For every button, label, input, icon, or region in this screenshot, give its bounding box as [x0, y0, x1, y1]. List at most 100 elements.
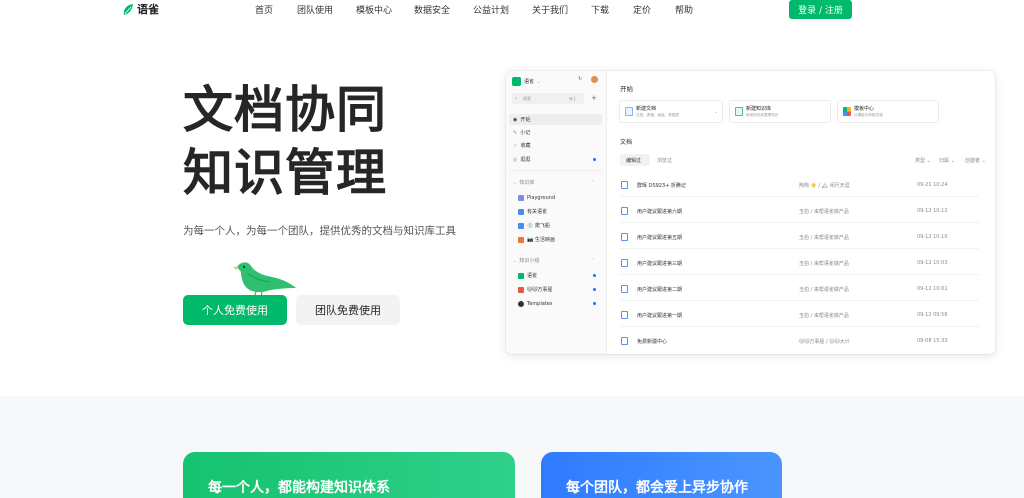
search-icon: ⌕	[515, 95, 518, 100]
kb-item-label: 📷 生活映画	[527, 237, 555, 243]
sidebar-item-favorites[interactable]: ☆ 收藏	[513, 141, 531, 150]
doc-row[interactable]: 群晖 DS923+ 折腾记 陶陶 ☀️ / 🏔 闲尺天涯 09-21 10:24	[619, 175, 979, 197]
feature-card-team[interactable]: 每个团队，都会爱上异步协作	[541, 452, 782, 498]
unread-dot	[593, 274, 596, 277]
card-subtitle: 使用知识库整理知识	[746, 113, 779, 117]
logo-text: 语雀	[137, 3, 159, 16]
preview-workspace[interactable]: 语雀 ⌄	[512, 77, 540, 86]
kb-section-header[interactable]: ⌄ 知识库	[513, 178, 534, 187]
sidebar-item-start[interactable]: ◉ 开始	[513, 115, 530, 124]
feature-card-personal[interactable]: 每一个人，都能构建知识体系	[183, 452, 515, 498]
nav-pricing[interactable]: 定价	[633, 3, 651, 16]
sidebar-item-notes[interactable]: ✎ 小记	[513, 128, 530, 137]
doc-icon	[621, 259, 628, 267]
search-placeholder: 搜索	[523, 96, 531, 101]
doc-row[interactable]: 用户建议跟进第五期 玉伯 / 来帮语雀做产品 09-12 10:10	[619, 227, 979, 249]
yuque-logo-icon	[123, 3, 133, 15]
doc-icon	[621, 181, 628, 189]
sidebar-item-label: 小记	[520, 130, 531, 136]
team-free-button[interactable]: 团队免费使用	[296, 295, 400, 325]
nav-home[interactable]: 首页	[255, 3, 273, 16]
tab-edited[interactable]: 编辑过	[620, 154, 650, 166]
nav-templates[interactable]: 模板中心	[356, 3, 392, 16]
group-item-yuque[interactable]: 语雀	[518, 271, 537, 280]
doc-author: 玉伯 / 来帮语雀做产品	[799, 313, 849, 319]
book-icon	[518, 194, 524, 201]
nav-download[interactable]: 下载	[591, 3, 609, 16]
avatar[interactable]	[591, 76, 598, 83]
kb-item-label: 有关语雀	[527, 209, 548, 215]
filter-owner[interactable]: 归属 ⌄	[939, 157, 955, 164]
chevron-right-icon[interactable]: ›	[592, 256, 594, 261]
filter-creator[interactable]: 创建者 ⌄	[965, 157, 986, 164]
book-icon	[518, 208, 524, 215]
doc-row[interactable]: 用户建议跟进第一期 玉伯 / 来帮语雀做产品 09-12 09:56	[619, 305, 979, 327]
doc-time: 09-12 09:56	[917, 312, 948, 318]
doc-time: 09-08 15:33	[917, 338, 948, 344]
knowledge-base-icon	[735, 107, 743, 116]
doc-row[interactable]: 用户建议跟进第六期 玉伯 / 来帮语雀做产品 09-12 10:12	[619, 201, 979, 223]
filter-label: 创建者	[965, 158, 981, 164]
new-doc-card[interactable]: 新建文档 文档、表格、画板、数据表 ⌄	[619, 100, 723, 123]
section-label: 知识小组	[519, 258, 540, 264]
filter-type[interactable]: 类型 ⌄	[915, 157, 931, 164]
nav-security[interactable]: 数据安全	[414, 3, 450, 16]
doc-icon	[621, 285, 628, 293]
doc-time: 09-12 10:01	[917, 286, 948, 292]
kb-item-spaceship[interactable]: 💿 爬飞船	[518, 221, 550, 230]
add-icon[interactable]: +	[591, 94, 597, 102]
bird-mascot-icon	[233, 262, 296, 298]
doc-row[interactable]: 用户建议跟进第二期 玉伯 / 来帮语雀做产品 09-12 10:01	[619, 279, 979, 301]
book-icon	[518, 222, 524, 229]
unread-dot	[593, 288, 596, 291]
group-item-templates[interactable]: Templates	[518, 299, 552, 308]
kb-item-life[interactable]: 📷 生活映画	[518, 235, 555, 244]
kb-item-label: Playground	[527, 194, 556, 201]
doc-time: 09-12 10:03	[917, 260, 948, 266]
unread-dot	[593, 302, 596, 305]
nav-team-use[interactable]: 团队使用	[297, 3, 333, 16]
group-logo-icon	[518, 286, 524, 293]
doc-time: 09-12 10:12	[917, 208, 948, 214]
doc-row[interactable]: 用户建议跟进第三期 玉伯 / 来帮语雀做产品 09-12 10:03	[619, 253, 979, 275]
logo[interactable]: 语雀	[122, 1, 159, 17]
doc-time: 09-12 10:10	[917, 234, 948, 240]
workspace-logo-icon	[512, 77, 521, 86]
kb-item-playground[interactable]: Playground	[518, 193, 555, 202]
refresh-icon[interactable]: ↻	[578, 76, 582, 82]
group-item-wanshiwu[interactable]: 🐱🐱万事屋	[518, 285, 552, 294]
doc-icon	[621, 233, 628, 241]
card-subtitle: 文档、表格、画板、数据表	[636, 113, 680, 117]
doc-icon	[621, 207, 628, 215]
nav-about[interactable]: 关于我们	[532, 3, 568, 16]
group-section-header[interactable]: ⌄ 知识小组	[513, 256, 539, 265]
login-register-button[interactable]: 登录 / 注册	[789, 0, 852, 19]
card-title: 模板中心	[854, 106, 875, 112]
divider	[510, 170, 602, 171]
unread-dot	[593, 158, 596, 161]
template-center-card[interactable]: 模板中心 从模板中获取灵感	[837, 100, 939, 123]
chevron-right-icon[interactable]: ›	[592, 178, 594, 183]
nav-help[interactable]: 帮助	[675, 3, 693, 16]
preview-search-input[interactable]: ⌕ 搜索 ⌘ J	[512, 93, 584, 104]
group-item-label: Templates	[527, 300, 553, 307]
tab-label: 浏览过	[657, 158, 673, 164]
nav-charity[interactable]: 公益计划	[473, 3, 509, 16]
sidebar-item-explore[interactable]: ◎ 逛逛	[513, 155, 530, 164]
top-navigation: 语雀 首页 团队使用 模板中心 数据安全 公益计划 关于我们 下载 定价 帮助 …	[0, 0, 1024, 20]
doc-name: 群晖 DS923+ 折腾记	[637, 183, 686, 189]
search-shortcut: ⌘ J	[569, 96, 576, 101]
personal-free-button[interactable]: 个人免费使用	[183, 295, 287, 325]
doc-icon	[621, 337, 628, 345]
pen-icon: ✎	[513, 129, 518, 136]
doc-time: 09-21 10:24	[917, 182, 948, 188]
hero-title-line1: 文档协同	[183, 81, 387, 139]
tab-viewed[interactable]: 浏览过	[652, 154, 682, 166]
clock-icon: ◉	[513, 116, 518, 123]
doc-row[interactable]: 免费新疆中心 🐱🐱万事屋 / 🐱🐱大计 09-08 15:33	[619, 331, 979, 353]
chevron-down-icon[interactable]: ⌄	[714, 109, 717, 114]
chevron-down-icon: ⌄	[537, 79, 541, 84]
feature-card-title: 每一个人，都能构建知识体系	[208, 480, 390, 496]
kb-item-about[interactable]: 有关语雀	[518, 207, 547, 216]
new-kb-card[interactable]: 新建知识库 使用知识库整理知识	[729, 100, 831, 123]
